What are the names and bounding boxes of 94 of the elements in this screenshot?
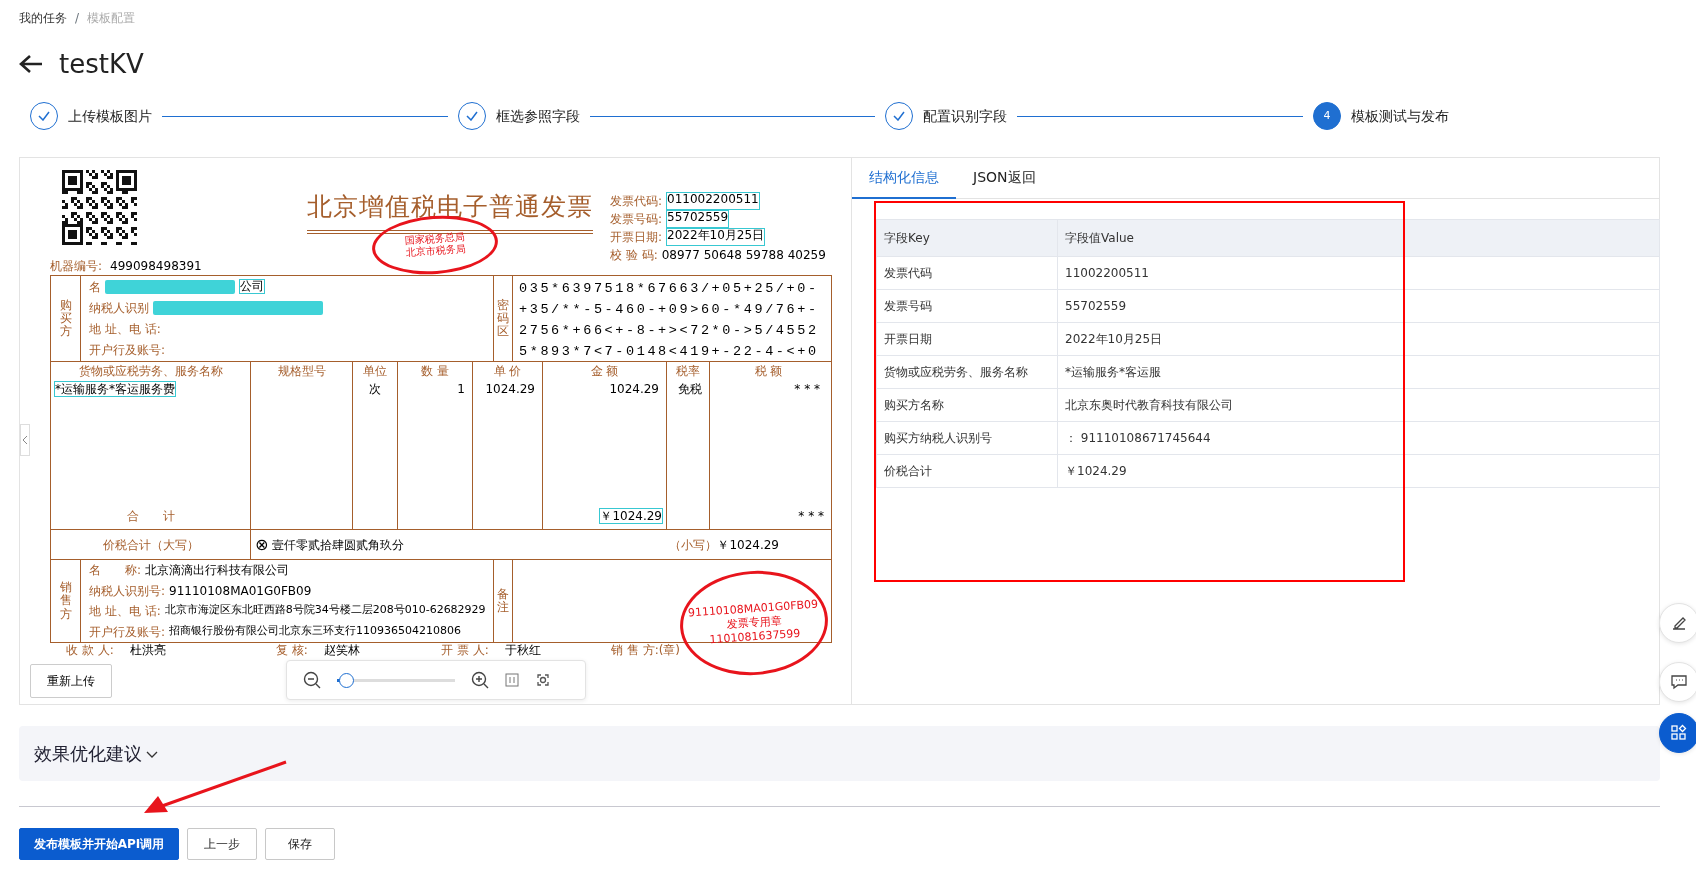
field-value: 北京滴滴出行科技有限公司	[145, 562, 290, 580]
table-cell: 55702559	[1057, 289, 1660, 323]
field-value: 55702559	[666, 209, 730, 228]
breadcrumb-separator: /	[75, 10, 80, 27]
step-label: 模板测试与发布	[1351, 106, 1449, 126]
table-cell: 开票日期	[876, 322, 1058, 356]
step-label: 上传模板图片	[68, 106, 152, 126]
field-value: 91110108MA01G0FB09	[169, 582, 312, 600]
field-label: 开票日期:	[610, 228, 663, 246]
table-cell: 发票代码	[876, 256, 1058, 290]
table-cell: ： 91110108671745644	[1057, 421, 1660, 455]
field-label: 发票号码:	[610, 210, 663, 228]
table-cell: 1024.29	[609, 382, 659, 396]
step-number: 4	[1313, 102, 1341, 130]
table-cell: *运输服务*客运服	[1057, 355, 1660, 389]
tax-amount: * * *	[798, 509, 824, 523]
reupload-button[interactable]: 重新上传	[30, 664, 112, 698]
side-label: 销售方	[59, 581, 72, 621]
field-label: 名	[89, 278, 101, 296]
field-label: 纳税人识别	[89, 299, 149, 317]
field-label: 纳税人识别号:	[89, 582, 166, 600]
table-cell: 1024.29	[485, 382, 535, 396]
field-label: 开户行及账号:	[89, 623, 166, 641]
field-label: （小写）	[669, 536, 718, 554]
panel-title: 效果优化建议	[34, 742, 142, 766]
field-label: 名 称:	[89, 562, 142, 580]
action-button[interactable]: 发布模板并开始API调用	[19, 828, 179, 860]
side-label: 备注	[497, 587, 509, 615]
table-cell: 1	[457, 382, 465, 396]
table-cell: 次	[369, 382, 381, 396]
cipher-text: 035*6397518*67663/+05+25/+0-	[519, 280, 819, 298]
total-amount: ￥1024.29	[717, 536, 779, 554]
cipher-text: 5*893*7<7-0148<419+-22-4-<+0	[519, 343, 819, 361]
column-header: 规格型号	[276, 363, 327, 380]
field-value: 杜洪亮	[129, 644, 166, 657]
table-cell: 11002200511	[1057, 256, 1660, 290]
table-cell: 购买方纳税人识别号	[876, 421, 1058, 455]
table-cell: * * *	[794, 382, 820, 396]
column-header: 单位	[362, 363, 388, 380]
field-value: 于秋红	[504, 644, 541, 657]
action-button[interactable]: 保存	[265, 828, 335, 860]
action-button[interactable]: 上一步	[187, 828, 257, 860]
cipher-text: +35/**-5-460-+09>60-*49/76+-	[519, 301, 819, 319]
table-cell: 购买方名称	[876, 388, 1058, 422]
field-label: 收 款 人:	[66, 644, 114, 657]
amount-in-words: 壹仟零贰拾肆圆贰角玖分	[272, 536, 405, 554]
step-label: 配置识别字段	[923, 106, 1008, 126]
table-cell: 2022年10月25日	[1057, 322, 1660, 356]
field-label: 开户行及账号:	[89, 342, 166, 360]
column-header: 金 额	[589, 363, 620, 380]
field-label: 销 售 方:(章)	[611, 644, 681, 657]
column-header: 税率	[675, 363, 701, 380]
column-header: 货物或应税劳务、服务名称	[77, 363, 224, 380]
field-value: 赵笑林	[323, 644, 360, 657]
field-label: 地 址、电 话:	[89, 603, 161, 621]
side-label: 购买方	[59, 298, 72, 339]
column-header: 字段Key	[876, 219, 1058, 257]
table-cell: 价税合计	[876, 454, 1058, 488]
cross-mark-icon: ⊗	[255, 532, 269, 557]
tab[interactable]: JSON返回	[956, 158, 1053, 199]
table-cell: 免税	[678, 382, 702, 396]
field-value: 招商银行股份有限公司北京东三环支行110936504210806	[169, 622, 462, 639]
total-label: 价税合计（大写）	[102, 537, 199, 552]
table-cell: 北京东奥时代教育科技有限公司	[1057, 388, 1660, 422]
field-label: 复 核:	[276, 644, 308, 657]
field-value: 08977 50648 59788 40259	[661, 246, 826, 264]
column-header: 单 价	[492, 363, 523, 380]
step-label: 框选参照字段	[495, 106, 580, 126]
field-label: 开 票 人:	[441, 644, 489, 657]
column-header: 税 额	[753, 363, 784, 380]
column-header: 数 量	[420, 363, 450, 380]
breadcrumb-item[interactable]: 我的任务	[19, 9, 67, 36]
suggestions-panel[interactable]: 效果优化建议	[19, 726, 1660, 781]
field-label: 地 址、电 话:	[89, 321, 161, 339]
tab[interactable]: 结构化信息	[852, 158, 956, 199]
field-value: 499098498391	[110, 258, 202, 275]
item-name: *运输服务*客运服务费	[54, 381, 176, 397]
side-label: 密码区	[497, 298, 509, 339]
page-title: testKV	[59, 47, 144, 81]
field-value: 公司	[239, 279, 265, 295]
table-cell: 发票号码	[876, 289, 1058, 323]
field-label: 发票代码:	[610, 192, 663, 210]
table-cell: 货物或应税劳务、服务名称	[876, 355, 1058, 389]
field-value: 北京市海淀区东北旺西路8号院34号楼二层208号010-62682929	[164, 602, 486, 619]
total-amount: ￥1024.29	[599, 508, 663, 524]
total-label: 合 计	[126, 509, 175, 523]
field-label: 校 验 码:	[610, 246, 658, 264]
table-cell: ￥1024.29	[1057, 454, 1660, 488]
cipher-text: 2756*+66<+-8-+><72*0->5/4552	[519, 322, 819, 340]
column-header: 字段值Value	[1057, 219, 1660, 257]
field-label: 机器编号:	[50, 258, 103, 275]
field-value: 2022年10月25日	[666, 227, 766, 246]
field-value: 011002200511	[666, 191, 760, 210]
breadcrumb-item: 模板配置	[87, 10, 136, 27]
